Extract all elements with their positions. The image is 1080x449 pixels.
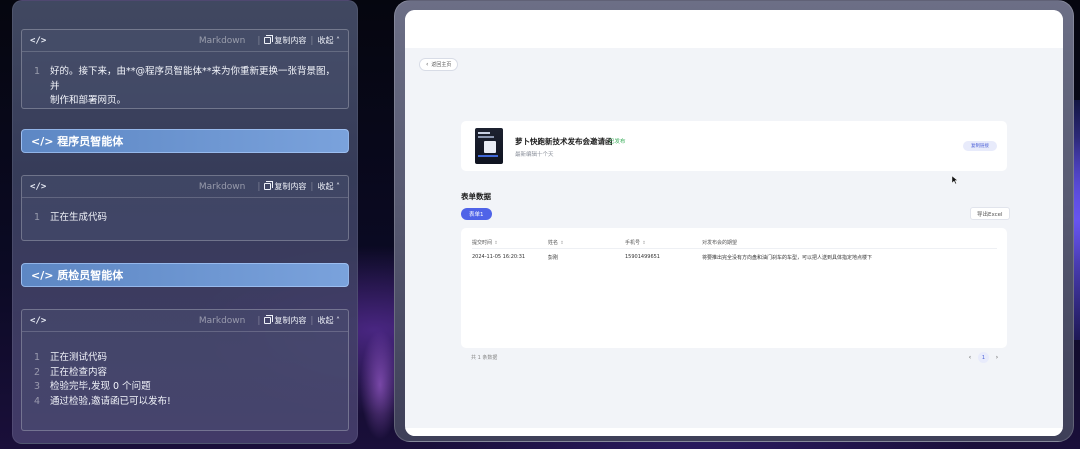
column-header-phone[interactable]: 手机号 ⇕ xyxy=(625,239,646,246)
copy-link-button[interactable]: 复制链接 xyxy=(963,141,997,151)
event-info-card: 萝卜快跑新技术发布会邀请函 已发布 最新编辑十个天 复制链接 xyxy=(461,121,1007,171)
code-block-header: </> Markdown | 复制内容 | 收起 ˄ xyxy=(22,310,348,332)
table-header: 提交时间 ⇕ 姓名 ⇕ 手机号 ⇕ 对发布会的期望 xyxy=(472,237,997,249)
browser-screen: ‹ 返回主页 萝卜快跑新技术发布会邀请函 已发布 最新编辑十个天 复制链接 表单… xyxy=(405,10,1063,436)
next-page-button[interactable]: › xyxy=(992,354,1002,361)
copy-button[interactable]: 复制内容 xyxy=(264,35,306,46)
event-title: 萝卜快跑新技术发布会邀请函 xyxy=(515,137,613,146)
collapse-button[interactable]: 收起 ˄ xyxy=(317,35,340,46)
pagination: ‹ 1 › xyxy=(965,352,1002,363)
mouse-cursor-icon xyxy=(952,176,958,184)
form-data-table: 提交时间 ⇕ 姓名 ⇕ 手机号 ⇕ 对发布会的期望 2024-11-05 16:20:… xyxy=(461,228,1007,348)
chevron-left-icon: ‹ xyxy=(426,61,429,68)
language-label: Markdown xyxy=(198,181,246,192)
code-block: </> Markdown | 复制内容 | 收起 ˄ 1 正在生成代码 xyxy=(21,175,349,241)
code-line: 4 通过检验,邀请函已可以发布! xyxy=(34,395,171,407)
form-data-title: 表单数据 xyxy=(461,192,491,201)
back-home-button[interactable]: ‹ 返回主页 xyxy=(419,58,459,71)
column-header-submit-time[interactable]: 提交时间 ⇕ xyxy=(472,239,498,246)
copy-button[interactable]: 复制内容 xyxy=(264,315,306,326)
copy-label: 复制内容 xyxy=(274,316,307,325)
column-header-expectation: 对发布会的期望 xyxy=(702,240,738,246)
browser-bottom-bar xyxy=(405,428,1063,436)
copy-label: 复制内容 xyxy=(274,182,307,191)
back-label: 返回主页 xyxy=(431,62,452,68)
language-label: Markdown xyxy=(198,315,246,326)
collapse-button[interactable]: 收起 ˄ xyxy=(317,181,340,192)
code-line: 1 好的。接下来，由**@程序员智能体**来为你重新更换一张背景图，并 xyxy=(34,66,336,92)
event-subtitle: 最新编辑十个天 xyxy=(515,152,554,158)
copy-icon xyxy=(264,315,274,324)
copy-button[interactable]: 复制内容 xyxy=(264,181,306,192)
page-number-current[interactable]: 1 xyxy=(978,352,989,363)
code-line: 制作和部署网页。 xyxy=(50,95,127,106)
copy-icon xyxy=(264,181,274,190)
prev-page-button[interactable]: ‹ xyxy=(965,354,975,361)
sort-icon: ⇕ xyxy=(642,241,646,246)
export-excel-button[interactable]: 导出Excel xyxy=(970,207,1010,220)
cell-expectation: 将要推出完全没有方向盘和油门刹车的车型，可以把人送到具体指定地点楼下 xyxy=(702,255,873,261)
code-line: 1 正在生成代码 xyxy=(34,212,108,223)
code-line: 1 正在测试代码 xyxy=(34,352,108,363)
code-icon: </> xyxy=(30,181,47,192)
code-block: </> Markdown | 复制内容 | 收起 ˄ 1 好的。接下来，由**@… xyxy=(21,29,349,109)
cell-phone: 15901499651 xyxy=(625,254,660,260)
cell-name: 彭刚 xyxy=(548,255,559,261)
status-badge: 已发布 xyxy=(609,139,626,145)
chat-panel: </> Markdown | 复制内容 | 收起 ˄ 1 好的。接下来，由**@… xyxy=(12,0,358,444)
sort-icon: ⇕ xyxy=(560,241,564,246)
code-icon: </> xyxy=(30,35,47,46)
code-block: </> Markdown | 复制内容 | 收起 ˄ 1 正在测试代码 2 正在… xyxy=(21,309,349,431)
language-label: Markdown xyxy=(198,35,246,46)
copy-icon xyxy=(264,35,274,44)
event-poster-thumbnail[interactable] xyxy=(475,128,503,164)
copy-label: 复制内容 xyxy=(274,36,307,45)
agent-qa-bar[interactable]: </> 质检员智能体 xyxy=(21,263,349,287)
code-block-header: </> Markdown | 复制内容 | 收起 ˄ xyxy=(22,176,348,198)
cell-submit-time: 2024-11-05 16:20:31 xyxy=(472,254,526,260)
total-count: 共 1 条数据 xyxy=(471,355,498,361)
column-header-name[interactable]: 姓名 ⇕ xyxy=(548,239,564,246)
sort-icon: ⇕ xyxy=(494,241,498,246)
agent-programmer-bar[interactable]: </> 程序员智能体 xyxy=(21,129,349,153)
code-content: 1 正在生成代码 xyxy=(22,198,348,240)
code-line: 3 检验完毕,发现 0 个问题 xyxy=(34,381,151,392)
collapse-button[interactable]: 收起 ˄ xyxy=(317,315,340,326)
code-icon: </> xyxy=(30,315,47,326)
table-row[interactable]: 2024-11-05 16:20:31 彭刚 15901499651 将要推出完… xyxy=(472,252,997,264)
code-content: 1 正在测试代码 2 正在检查内容 3 检验完毕,发现 0 个问题 4 通过检验… xyxy=(22,332,348,423)
browser-top-bar xyxy=(405,10,1063,48)
code-block-header: </> Markdown | 复制内容 | 收起 ˄ xyxy=(22,30,348,52)
code-content: 1 好的。接下来，由**@程序员智能体**来为你重新更换一张背景图，并 制作和部… xyxy=(22,52,348,123)
tab-sheet-1[interactable]: 表单1 xyxy=(461,208,492,220)
code-line: 2 正在检查内容 xyxy=(34,366,108,378)
